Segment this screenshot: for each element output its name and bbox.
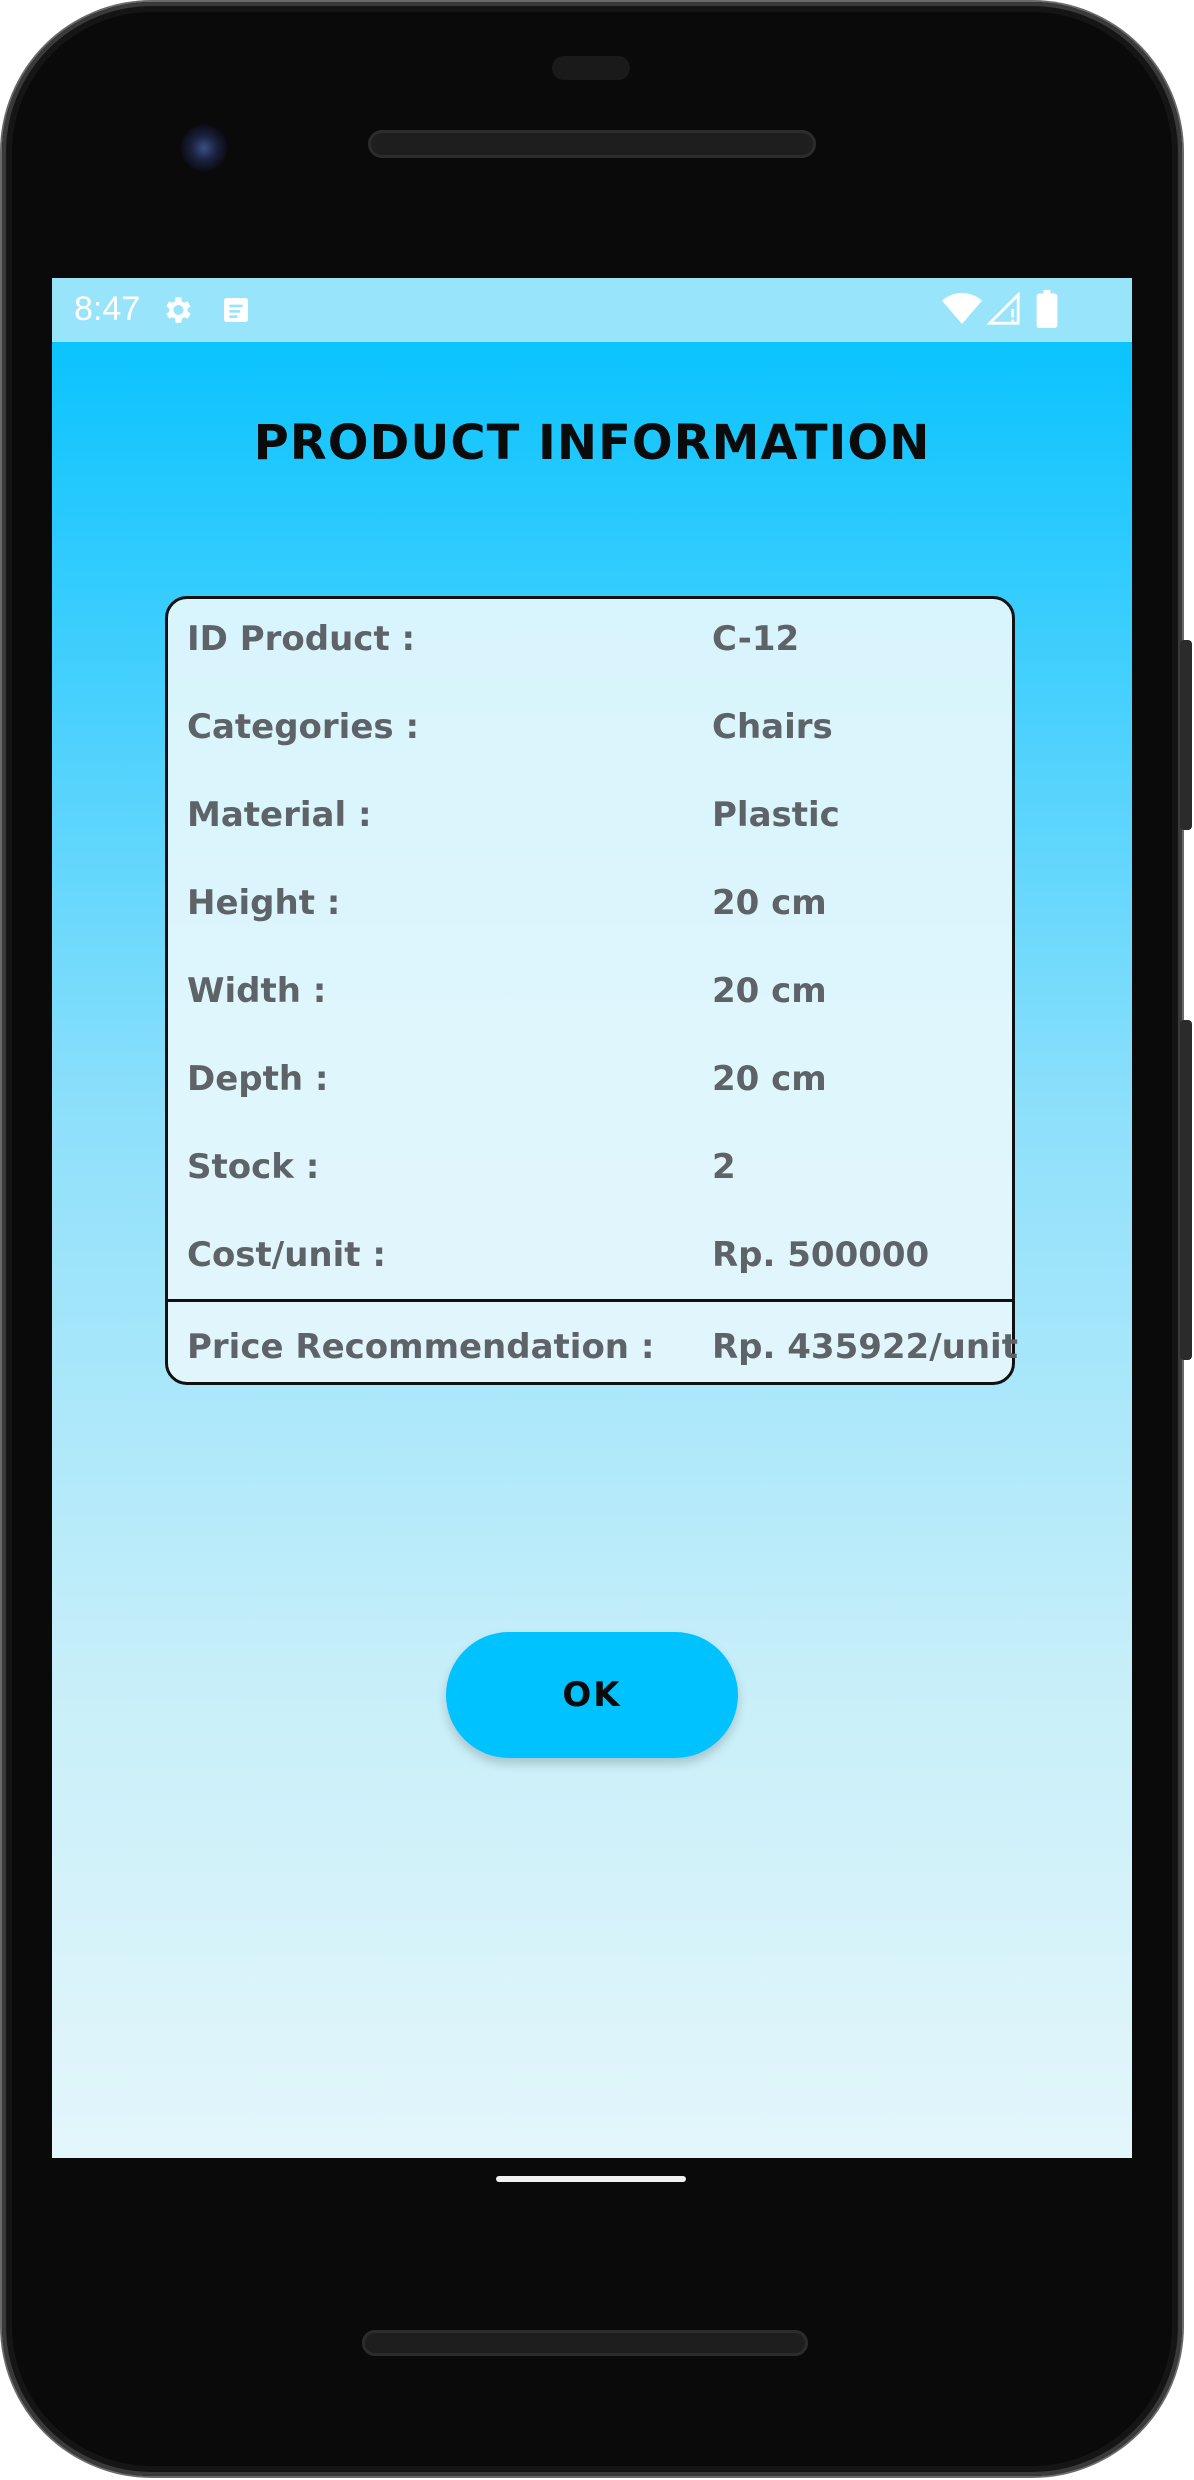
depth-value: 20 cm	[712, 1059, 827, 1099]
price-recommendation-label: Price Recommendation :	[187, 1327, 655, 1367]
row-stock: Stock : 2	[168, 1147, 1012, 1207]
id-product-label: ID Product :	[187, 619, 416, 659]
gear-icon	[160, 293, 194, 331]
front-camera	[180, 124, 228, 172]
categories-label: Categories :	[187, 707, 420, 747]
material-label: Material :	[187, 795, 372, 835]
cost-unit-value: Rp. 500000	[712, 1235, 930, 1275]
row-categories: Categories : Chairs	[168, 707, 1012, 767]
row-depth: Depth : 20 cm	[168, 1059, 1012, 1119]
bottom-speaker	[362, 2330, 808, 2356]
row-material: Material : Plastic	[168, 795, 1012, 855]
ok-button[interactable]: OK	[446, 1632, 738, 1758]
top-sensor-slot	[552, 56, 630, 80]
screen: 8:47 PRODUCT INFORMATION ID Product: C-…	[52, 278, 1132, 2158]
depth-label: Depth :	[187, 1059, 329, 1099]
status-time: 8:47	[74, 290, 141, 328]
row-price-recommendation: Price Recommendation : Rp. 435922/unit	[168, 1327, 1018, 1387]
power-button	[1180, 640, 1192, 830]
signal-icon	[986, 291, 1022, 330]
material-value: Plastic	[712, 795, 840, 835]
battery-icon	[1036, 290, 1058, 332]
stock-value: 2	[712, 1147, 736, 1187]
categories-value: Chairs	[712, 707, 833, 747]
card-divider	[168, 1299, 1012, 1302]
row-width: Width : 20 cm	[168, 971, 1012, 1031]
width-value: 20 cm	[712, 971, 827, 1011]
row-height: Height : 20 cm	[168, 883, 1012, 943]
price-recommendation-value: Rp. 435922/unit	[712, 1327, 1018, 1367]
stock-label: Stock :	[187, 1147, 320, 1187]
status-bar: 8:47	[52, 278, 1132, 342]
width-label: Width :	[187, 971, 327, 1011]
cost-unit-label: Cost/unit :	[187, 1235, 386, 1275]
height-label: Height :	[187, 883, 341, 923]
row-id-product: ID Product : C-12	[168, 619, 1012, 679]
page-title: PRODUCT INFORMATION	[253, 415, 931, 471]
height-value: 20 cm	[712, 883, 827, 923]
product-info-card: ID Product : C-12 Categories : Chairs Ma…	[165, 596, 1018, 1387]
home-indicator[interactable]	[496, 2176, 686, 2182]
wifi-icon	[942, 292, 982, 330]
notification-icon	[220, 294, 252, 330]
earpiece-speaker	[368, 130, 816, 158]
id-product-value: C-12	[712, 619, 800, 659]
row-cost-unit: Cost/unit : Rp. 500000	[168, 1235, 1012, 1295]
volume-button	[1180, 1020, 1192, 1360]
phone-frame: 8:47 PRODUCT INFORMATION ID Product: C-…	[0, 0, 1194, 2480]
